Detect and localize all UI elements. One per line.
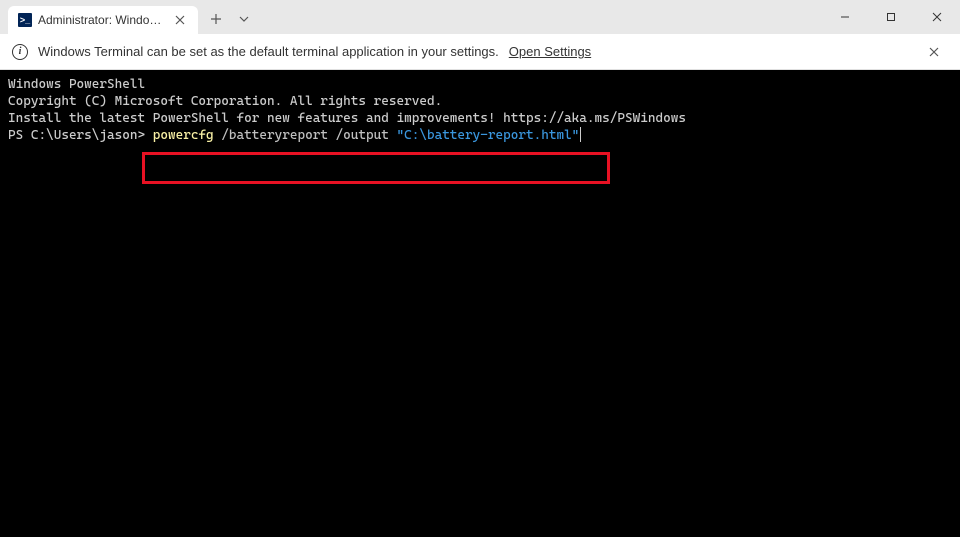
powershell-icon: >_ bbox=[18, 13, 32, 27]
open-settings-link[interactable]: Open Settings bbox=[509, 44, 591, 59]
terminal-area[interactable]: Windows PowerShell Copyright (C) Microso… bbox=[0, 70, 960, 537]
prompt: PS C:\Users\jason> bbox=[8, 127, 153, 144]
info-bar: i Windows Terminal can be set as the def… bbox=[0, 34, 960, 70]
info-icon: i bbox=[12, 44, 28, 60]
tab-powershell[interactable]: >_ Administrator: Windows PowerS bbox=[8, 6, 198, 34]
prompt-line: PS C:\Users\jason> powercfg /batteryrepo… bbox=[8, 127, 952, 144]
tabs-area: >_ Administrator: Windows PowerS bbox=[0, 0, 258, 34]
terminal-line: Windows PowerShell bbox=[8, 76, 952, 93]
new-tab-button[interactable] bbox=[202, 5, 230, 33]
command-string: "C:\battery-report.html" bbox=[396, 127, 579, 144]
maximize-button[interactable] bbox=[868, 0, 914, 34]
window-controls bbox=[822, 0, 960, 34]
info-close-button[interactable] bbox=[920, 38, 948, 66]
terminal-window: >_ Administrator: Windows PowerS bbox=[0, 0, 960, 537]
command-args: /batteryreport /output bbox=[214, 127, 397, 144]
info-message: Windows Terminal can be set as the defau… bbox=[38, 44, 499, 59]
cursor bbox=[580, 127, 581, 142]
highlight-box bbox=[142, 152, 610, 184]
tab-close-button[interactable] bbox=[172, 12, 188, 28]
titlebar: >_ Administrator: Windows PowerS bbox=[0, 0, 960, 34]
tab-title: Administrator: Windows PowerS bbox=[38, 13, 166, 27]
terminal-line: Install the latest PowerShell for new fe… bbox=[8, 110, 952, 127]
terminal-line: Copyright (C) Microsoft Corporation. All… bbox=[8, 93, 952, 110]
close-window-button[interactable] bbox=[914, 0, 960, 34]
minimize-button[interactable] bbox=[822, 0, 868, 34]
tab-dropdown-button[interactable] bbox=[230, 5, 258, 33]
command-executable: powercfg bbox=[153, 127, 214, 144]
